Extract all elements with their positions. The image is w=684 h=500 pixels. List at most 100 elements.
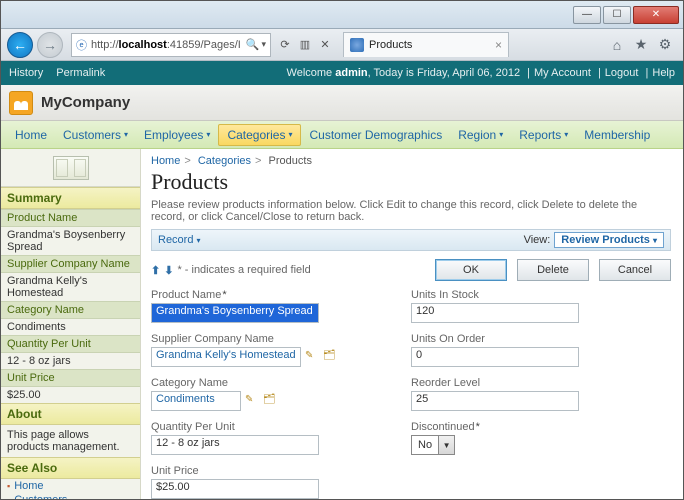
app-top-bar: History Permalink Welcome admin, Today i… — [1, 61, 683, 85]
product-name-label: Product Name* — [151, 289, 411, 301]
page-title: Products — [151, 169, 671, 195]
sidebar-field-value: Grandma's Boysenberry Spread — [1, 227, 140, 255]
category-label: Category Name — [151, 377, 411, 389]
address-bar[interactable]: ⓔ http://localhost:41859/Pages/I 🔍 ▾ — [71, 33, 271, 57]
forward-button[interactable]: → — [37, 32, 63, 58]
my-account-link[interactable]: My Account — [534, 67, 591, 79]
breadcrumb-current: Products — [269, 155, 312, 167]
discontinued-dropdown[interactable]: No▼ — [411, 435, 455, 455]
new-record-icon[interactable]: 🗂 — [323, 350, 337, 364]
prev-record-icon[interactable]: ⬆ — [151, 264, 160, 277]
nav-employees[interactable]: Employees▾ — [136, 125, 218, 145]
nav-customer-demographics[interactable]: Customer Demographics — [301, 125, 450, 145]
order-input[interactable]: 0 — [411, 347, 579, 367]
favorites-icon[interactable]: ★ — [632, 36, 650, 54]
discontinued-label: Discontinued* — [411, 421, 671, 433]
compat-button[interactable]: ▥ — [296, 36, 314, 54]
order-label: Units On Order — [411, 333, 671, 345]
back-button[interactable]: ← — [7, 32, 33, 58]
sidebar-field-value: Condiments — [1, 319, 140, 335]
reorder-input[interactable]: 25 — [411, 391, 579, 411]
nav-reports[interactable]: Reports▾ — [511, 125, 576, 145]
refresh-button[interactable]: ⟳ — [276, 36, 294, 54]
welcome-text-pre: Welcome — [287, 67, 336, 79]
price-label: Unit Price — [151, 465, 411, 477]
nav-membership[interactable]: Membership — [576, 125, 658, 145]
price-input[interactable]: $25.00 — [151, 479, 319, 499]
breadcrumb-categories[interactable]: Categories — [198, 155, 251, 167]
sidebar-link-home[interactable]: Home — [1, 479, 140, 493]
tab-close-button[interactable]: × — [495, 38, 502, 52]
sidebar-summary-header: Summary — [1, 187, 140, 209]
next-record-icon[interactable]: ⬇ — [164, 264, 173, 277]
logout-link[interactable]: Logout — [605, 67, 639, 79]
tools-icon[interactable]: ⚙ — [656, 36, 674, 54]
tab-favicon — [350, 38, 364, 52]
record-toolbar: Record ▾ View: Review Products ▾ — [151, 229, 671, 251]
sidebar-seealso-header: See Also — [1, 457, 140, 479]
window-maximize-button[interactable]: ☐ — [603, 6, 631, 24]
product-name-input[interactable]: Grandma's Boysenberry Spread — [151, 303, 319, 323]
addr-caret-icon[interactable]: ▾ — [261, 39, 266, 50]
supplier-label: Supplier Company Name — [151, 333, 411, 345]
supplier-lookup-input[interactable]: Grandma Kelly's Homestead — [151, 347, 301, 367]
sidebar-field-label: Unit Price — [1, 369, 140, 387]
qty-label: Quantity Per Unit — [151, 421, 411, 433]
sidebar-field-label: Supplier Company Name — [1, 255, 140, 273]
window-close-button[interactable]: ✕ — [633, 6, 679, 24]
url-host: localhost — [119, 39, 167, 51]
view-label: View: — [524, 234, 551, 246]
browser-tab[interactable]: Products × — [343, 32, 509, 57]
pencil-icon[interactable]: ✎ — [245, 394, 259, 408]
permalink-link[interactable]: Permalink — [56, 67, 105, 79]
help-link[interactable]: Help — [652, 67, 675, 79]
qty-input[interactable]: 12 - 8 oz jars — [151, 435, 319, 455]
main-nav: Home Customers▾ Employees▾ Categories▾ C… — [1, 121, 683, 149]
nav-customers[interactable]: Customers▾ — [55, 125, 136, 145]
new-record-icon[interactable]: 🗂 — [263, 394, 277, 408]
sidebar-field-label: Category Name — [1, 301, 140, 319]
stock-label: Units In Stock — [411, 289, 671, 301]
history-link[interactable]: History — [9, 67, 43, 79]
reorder-label: Reorder Level — [411, 377, 671, 389]
nav-home[interactable]: Home — [7, 125, 55, 145]
tab-title: Products — [369, 39, 412, 51]
entity-icon — [53, 156, 89, 180]
sidebar-field-value: $25.00 — [1, 387, 140, 403]
breadcrumb-home[interactable]: Home — [151, 155, 180, 167]
sidebar-field-value: Grandma Kelly's Homestead — [1, 273, 140, 301]
sidebar-about-text: This page allows products management. — [1, 425, 140, 457]
delete-button[interactable]: Delete — [517, 259, 589, 281]
company-header: MyCompany — [1, 85, 683, 121]
url-prefix: http:// — [91, 39, 119, 51]
sidebar-field-label: Quantity Per Unit — [1, 335, 140, 353]
main-panel: Home> Categories> Products Products Plea… — [141, 149, 683, 499]
stop-button[interactable]: ✕ — [316, 36, 334, 54]
category-lookup-input[interactable]: Condiments — [151, 391, 241, 411]
company-logo — [9, 91, 33, 115]
pencil-icon[interactable]: ✎ — [305, 350, 319, 364]
nav-region[interactable]: Region▾ — [450, 125, 511, 145]
window-titlebar: — ☐ ✕ — [1, 1, 683, 29]
search-icon[interactable]: 🔍 — [246, 38, 260, 51]
company-name: MyCompany — [41, 94, 130, 111]
sidebar-link-customers[interactable]: Customers — [1, 493, 140, 499]
nav-categories[interactable]: Categories▾ — [218, 124, 301, 146]
sidebar-field-label: Product Name — [1, 209, 140, 227]
browser-nav-bar: ← → ⓔ http://localhost:41859/Pages/I 🔍 ▾… — [1, 29, 683, 61]
url-suffix: :41859/Pages/I — [167, 39, 241, 51]
ok-button[interactable]: OK — [435, 259, 507, 281]
required-hint: * - indicates a required field — [177, 264, 310, 276]
ie-icon: ⓔ — [76, 37, 87, 53]
home-icon[interactable]: ⌂ — [608, 36, 626, 54]
chevron-down-icon[interactable]: ▼ — [438, 436, 454, 454]
stock-input[interactable]: 120 — [411, 303, 579, 323]
welcome-text-post: , Today is Friday, April 06, 2012 — [368, 67, 520, 79]
breadcrumb: Home> Categories> Products — [151, 155, 671, 167]
window-minimize-button[interactable]: — — [573, 6, 601, 24]
welcome-user: admin — [335, 67, 367, 79]
view-selector[interactable]: Review Products ▾ — [554, 232, 664, 248]
sidebar-about-header: About — [1, 403, 140, 425]
record-menu[interactable]: Record ▾ — [158, 234, 201, 246]
cancel-button[interactable]: Cancel — [599, 259, 671, 281]
